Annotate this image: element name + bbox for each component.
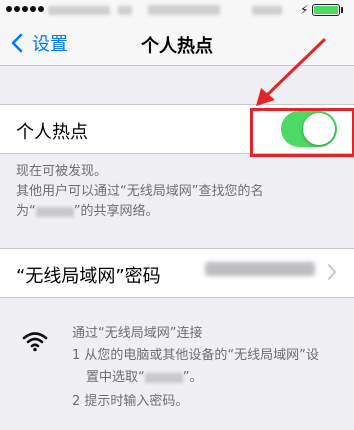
page-title: 个人热点 — [141, 36, 213, 57]
signal-strength-icon — [6, 6, 44, 12]
step1-suffix: ”。 — [182, 370, 203, 385]
network-name-prefix: 为“ — [16, 204, 36, 219]
instructions-step1-line2: 置中选取“ ”。 — [86, 368, 203, 388]
step1-prefix: 置中选取“ — [86, 370, 145, 385]
discoverable-network-name: 为“ ”的共享网络。 — [16, 202, 159, 222]
hotspot-name-redacted — [144, 372, 183, 383]
carrier-redacted — [48, 6, 110, 15]
status-icons-redacted — [252, 6, 282, 15]
battery-tip — [341, 7, 343, 13]
wifi-password-label: “无线局域网”密码 — [16, 266, 161, 287]
device-name-redacted — [35, 206, 74, 217]
network-name-suffix: ”的共享网络。 — [73, 204, 159, 219]
instructions-step2: 2 提示时输入密码。 — [72, 394, 189, 409]
annotation-highlight-box — [250, 108, 354, 157]
battery-icon — [312, 4, 340, 16]
time-redacted — [148, 5, 220, 15]
navigation-bar: 设置 个人热点 — [0, 20, 354, 66]
charging-icon: ⚡ — [300, 3, 309, 17]
discoverable-description: 其他用户可以通过“无线局域网”查找您的名 — [16, 184, 264, 199]
hotspot-label: 个人热点 — [16, 122, 88, 143]
wifi-password-value-redacted — [205, 262, 315, 276]
wifi-icon — [22, 332, 48, 352]
discoverable-status: 现在可被发现。 — [16, 164, 108, 179]
network-type-redacted — [118, 6, 132, 15]
chevron-right-icon — [328, 264, 336, 280]
instructions-heading: 通过“无线局域网”连接 — [72, 326, 203, 341]
instructions-step1-line1: 1 从您的电脑或其他设备的“无线局域网”设 — [72, 348, 319, 363]
status-bar: ⚡ — [0, 0, 354, 20]
